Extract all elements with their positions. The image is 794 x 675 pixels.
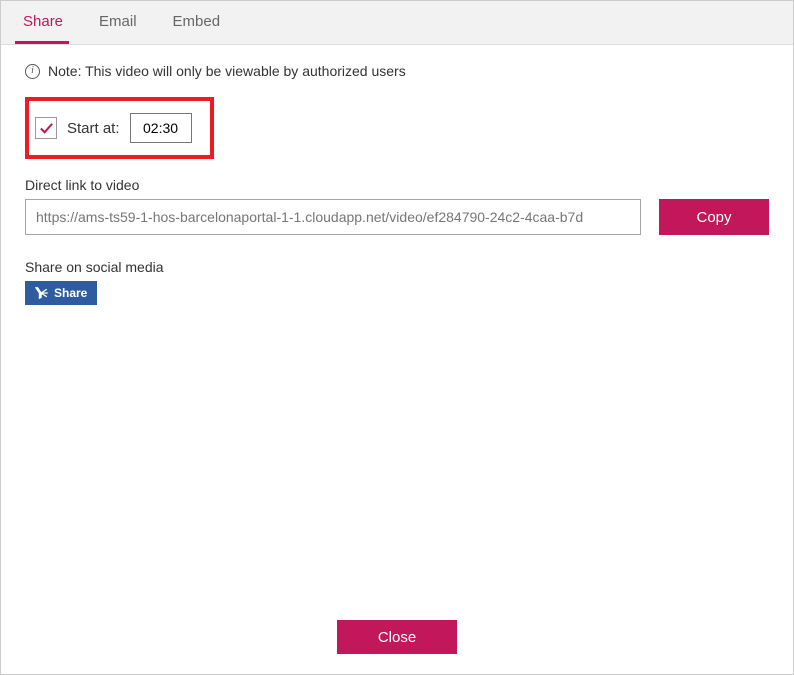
start-at-label: Start at: [67,120,120,137]
info-icon: i [25,64,40,79]
checkmark-icon [39,121,54,136]
copy-button[interactable]: Copy [659,199,769,235]
start-at-highlight: Start at: [25,97,214,159]
close-button[interactable]: Close [337,620,457,654]
direct-link-input[interactable] [25,199,641,235]
tab-embed[interactable]: Embed [155,1,239,44]
yammer-icon [35,286,49,300]
start-at-input[interactable] [130,113,192,143]
tab-email[interactable]: Email [81,1,155,44]
share-social-label: Share on social media [25,259,769,275]
tab-share[interactable]: Share [11,1,81,44]
start-at-checkbox[interactable] [35,117,57,139]
direct-link-row: Copy [25,199,769,235]
note-row: i Note: This video will only be viewable… [25,63,769,79]
yammer-share-button[interactable]: Share [25,281,97,305]
note-text: Note: This video will only be viewable b… [48,63,406,79]
direct-link-label: Direct link to video [25,177,769,193]
tabs-bar: Share Email Embed [1,1,793,45]
close-row: Close [1,620,793,654]
yammer-share-label: Share [54,286,87,300]
share-panel: i Note: This video will only be viewable… [1,45,793,323]
